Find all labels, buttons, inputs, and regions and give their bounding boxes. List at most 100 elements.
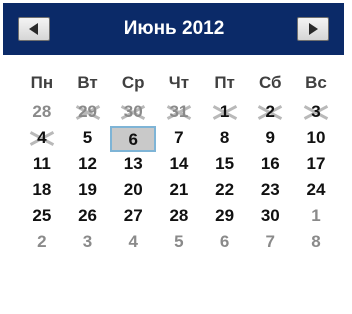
day-number: 28 xyxy=(169,206,189,225)
day-number: 11 xyxy=(32,154,51,173)
week-row: 2 3 4 5 6 7 8 xyxy=(19,230,339,256)
day-number: 6 xyxy=(219,232,230,251)
day-cell[interactable]: 23 xyxy=(247,178,293,204)
day-number: 31 xyxy=(169,102,189,121)
weekday-label: Вт xyxy=(77,73,98,92)
weekday-label: Чт xyxy=(168,73,190,92)
day-cell[interactable]: 5 xyxy=(65,126,111,152)
week-row: 4 5 6 7 8 9 10 xyxy=(19,126,339,152)
day-number: 19 xyxy=(78,180,97,199)
week-row: 11 12 13 14 15 16 17 xyxy=(19,152,339,178)
day-number: 5 xyxy=(174,232,184,251)
day-number: 3 xyxy=(311,102,321,121)
day-cell[interactable]: 10 xyxy=(293,126,339,152)
day-cell[interactable]: 31 xyxy=(156,100,202,126)
day-number: 15 xyxy=(215,154,235,173)
day-number: 7 xyxy=(265,232,276,251)
day-number: 8 xyxy=(311,232,321,251)
day-number: 24 xyxy=(306,180,326,199)
day-number: 6 xyxy=(128,130,138,149)
day-cell[interactable]: 26 xyxy=(65,204,111,230)
day-number: 30 xyxy=(123,102,143,121)
day-cell[interactable]: 11 xyxy=(19,152,65,178)
day-number: 8 xyxy=(219,128,230,147)
day-cell[interactable]: 4 xyxy=(19,126,65,152)
day-cell[interactable]: 21 xyxy=(156,178,202,204)
day-number: 23 xyxy=(260,180,280,199)
day-number: 14 xyxy=(169,154,189,173)
day-cell[interactable]: 14 xyxy=(156,152,202,178)
triangle-right-icon xyxy=(309,23,318,35)
day-cell[interactable]: 18 xyxy=(19,178,65,204)
day-cell[interactable]: 8 xyxy=(293,230,339,256)
day-number: 17 xyxy=(306,154,326,173)
day-number: 30 xyxy=(260,206,280,225)
day-number: 29 xyxy=(78,102,97,121)
day-number: 3 xyxy=(82,232,93,251)
day-cell[interactable]: 12 xyxy=(65,152,111,178)
day-cell[interactable]: 24 xyxy=(293,178,339,204)
day-cell[interactable]: 29 xyxy=(202,204,248,230)
calendar: Июнь 2012 Пн Вт Ср Чт Пт Сб Вс 28 29 30 31 1… xyxy=(0,0,348,278)
day-number: 22 xyxy=(215,180,235,199)
day-number: 21 xyxy=(169,180,189,199)
day-cell[interactable]: 6 xyxy=(202,230,248,256)
day-number: 12 xyxy=(78,154,97,173)
day-cell[interactable]: 25 xyxy=(19,204,65,230)
day-cell[interactable]: 9 xyxy=(247,126,293,152)
day-cell[interactable]: 7 xyxy=(156,126,202,152)
week-row: 28 29 30 31 1 2 3 xyxy=(19,100,339,126)
day-cell[interactable]: 3 xyxy=(293,100,339,126)
prev-month-button[interactable] xyxy=(18,17,50,41)
day-number: 13 xyxy=(123,154,143,173)
weekday-label: Пт xyxy=(214,73,235,92)
day-cell[interactable]: 30 xyxy=(110,100,156,126)
month-title[interactable]: Июнь 2012 xyxy=(63,3,285,55)
day-cell-today[interactable]: 6 xyxy=(110,126,157,152)
day-number: 10 xyxy=(306,128,326,147)
weeks-container: 28 29 30 31 1 2 3 4 5 6 7 8 9 10 11 12 13 14 15 16 17 18 19 20 2… xyxy=(19,100,339,256)
day-number: 28 xyxy=(32,102,52,121)
day-cell[interactable]: 7 xyxy=(247,230,293,256)
day-grid: Пн Вт Ср Чт Пт Сб Вс 28 29 30 31 1 2 3 4 5 6 7 8 9 10… xyxy=(19,66,339,256)
day-cell[interactable]: 5 xyxy=(156,230,202,256)
day-cell[interactable]: 20 xyxy=(110,178,156,204)
day-number: 25 xyxy=(32,206,52,225)
day-cell[interactable]: 8 xyxy=(202,126,248,152)
day-cell[interactable]: 2 xyxy=(247,100,293,126)
day-number: 16 xyxy=(260,154,280,173)
day-cell[interactable]: 28 xyxy=(156,204,202,230)
day-cell[interactable]: 22 xyxy=(202,178,248,204)
day-number: 18 xyxy=(32,180,52,199)
day-cell[interactable]: 15 xyxy=(202,152,248,178)
day-cell[interactable]: 27 xyxy=(110,204,156,230)
day-cell[interactable]: 2 xyxy=(19,230,65,256)
weekday-label: Ср xyxy=(121,73,145,92)
calendar-header: Июнь 2012 xyxy=(3,3,344,55)
day-number: 4 xyxy=(37,128,47,147)
day-cell[interactable]: 3 xyxy=(65,230,111,256)
week-row: 18 19 20 21 22 23 24 xyxy=(19,178,339,204)
day-cell[interactable]: 17 xyxy=(293,152,339,178)
day-number: 20 xyxy=(123,180,143,199)
day-number: 4 xyxy=(128,232,138,251)
day-number: 2 xyxy=(265,102,276,121)
day-cell[interactable]: 1 xyxy=(293,204,339,230)
weekday-header-row: Пн Вт Ср Чт Пт Сб Вс xyxy=(19,66,339,100)
day-cell[interactable]: 1 xyxy=(202,100,248,126)
day-cell[interactable]: 28 xyxy=(19,100,65,126)
next-month-button[interactable] xyxy=(297,17,329,41)
day-cell[interactable]: 13 xyxy=(110,152,156,178)
day-cell[interactable]: 29 xyxy=(65,100,111,126)
day-cell[interactable]: 30 xyxy=(247,204,293,230)
day-number: 7 xyxy=(174,128,184,147)
day-cell[interactable]: 4 xyxy=(110,230,156,256)
day-number: 29 xyxy=(215,206,235,225)
day-cell[interactable]: 19 xyxy=(65,178,111,204)
weekday-label: Пн xyxy=(30,73,54,92)
day-cell[interactable]: 16 xyxy=(247,152,293,178)
weekday-label: Сб xyxy=(259,73,282,92)
triangle-left-icon xyxy=(29,23,38,35)
day-number: 2 xyxy=(37,232,47,251)
day-number: 1 xyxy=(219,102,230,121)
